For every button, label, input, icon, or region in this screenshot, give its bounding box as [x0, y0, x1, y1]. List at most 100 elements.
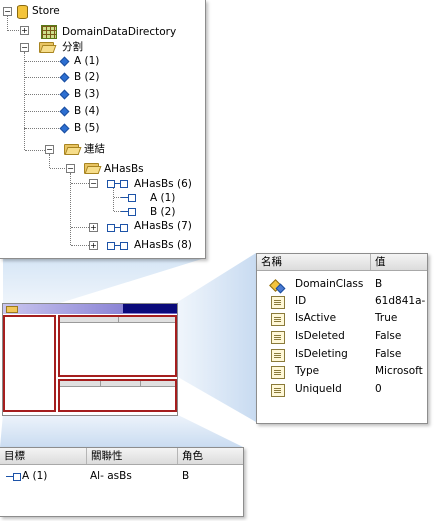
- property-value: B: [375, 278, 383, 290]
- collapse-toggle-links[interactable]: −: [45, 145, 54, 154]
- expand-toggle-directory[interactable]: +: [20, 26, 29, 35]
- tree-node-label: AHasBs (8): [134, 239, 192, 251]
- expand-toggle-link-8[interactable]: +: [89, 241, 98, 250]
- property-row-isdeleting[interactable]: IsDeleting False: [257, 346, 427, 363]
- links-grid-panel: 目標 關聯性 角色 A (1) Al- asBs B: [0, 447, 244, 517]
- tree-node-link-8[interactable]: AHasBs (8): [134, 238, 192, 252]
- tree-node-class-b5[interactable]: B (5): [74, 121, 99, 135]
- property-name: IsDeleted: [295, 330, 345, 342]
- properties-header: 名稱 值: [257, 254, 427, 271]
- property-name: DomainClass: [295, 278, 364, 290]
- property-value: 0: [375, 383, 382, 395]
- tree-node-links-folder[interactable]: 連結: [84, 142, 105, 156]
- property-row-type[interactable]: Type Microsoft: [257, 363, 427, 380]
- tree-node-label: 連結: [84, 143, 105, 155]
- designer-window-thumbnail: [2, 303, 178, 416]
- tree-node-label: B (2): [74, 71, 100, 83]
- column-header-role[interactable]: 角色: [178, 448, 243, 464]
- tree-node-classes-folder[interactable]: 分割: [62, 40, 83, 54]
- column-header-name[interactable]: 名稱: [257, 254, 371, 270]
- collapse-toggle-classes[interactable]: −: [20, 43, 29, 52]
- class-instance-icon: [59, 56, 70, 67]
- property-value: Microsoft: [375, 365, 423, 377]
- callout-beam-links: [0, 414, 243, 447]
- expand-toggle-link-7[interactable]: +: [89, 223, 98, 232]
- column-header-value[interactable]: 值: [371, 254, 427, 270]
- property-row-domainclass[interactable]: DomainClass B: [257, 276, 427, 294]
- tree-node-class-b3[interactable]: B (3): [74, 87, 99, 101]
- tree-node-label: A (1): [150, 192, 176, 204]
- tree-connector: [114, 197, 121, 198]
- callout-beam-properties: [176, 253, 256, 422]
- tree-node-class-a1[interactable]: A (1): [74, 54, 99, 68]
- tree-node-label: DomainDataDirectory: [62, 26, 177, 38]
- tree-connector: [71, 227, 91, 228]
- tree-node-label: B (4): [74, 105, 100, 117]
- tree-node-label: AHasBs (7): [134, 220, 192, 232]
- collapse-toggle-relationship[interactable]: −: [66, 164, 75, 173]
- property-icon: [271, 313, 285, 326]
- links-grid-header: 目標 關聯性 角色: [0, 448, 243, 465]
- callout-beam-tree: [3, 258, 205, 303]
- tree-node-relationship-folder[interactable]: AHasBs: [104, 162, 144, 176]
- tree-node-label: B (2): [150, 206, 176, 218]
- tree-connector: [25, 128, 59, 129]
- tree-connector: [25, 77, 59, 78]
- collapse-toggle-store[interactable]: −: [3, 7, 12, 16]
- column-header-target[interactable]: 目標: [0, 448, 87, 464]
- tree-connector: [50, 168, 67, 169]
- tree-connector: [113, 188, 114, 211]
- role-link-icon: [6, 472, 21, 481]
- property-icon: [271, 296, 285, 309]
- property-icon: [271, 366, 285, 379]
- tree-node-role-b[interactable]: B (2): [150, 205, 175, 219]
- property-row-isactive[interactable]: IsActive True: [257, 310, 427, 327]
- property-name: UniqueId: [295, 383, 342, 395]
- tree-connector: [25, 94, 59, 95]
- property-row-uniqueid[interactable]: UniqueId 0: [257, 381, 427, 398]
- tree-connector: [25, 111, 59, 112]
- folder-open-icon: [39, 41, 57, 53]
- cell-role: B: [182, 470, 190, 482]
- tree-node-link-6[interactable]: AHasBs (6): [134, 177, 192, 191]
- tree-node-store[interactable]: Store: [32, 4, 60, 18]
- relationship-link-icon: [107, 179, 129, 188]
- column-header-label: 值: [375, 256, 386, 268]
- folder-open-icon: [84, 162, 102, 174]
- tree-connector: [71, 183, 91, 184]
- tree-node-domain-data-directory[interactable]: DomainDataDirectory: [62, 25, 176, 39]
- tree-node-label: AHasBs: [104, 163, 144, 175]
- column-header-label: 關聯性: [91, 450, 123, 462]
- column-header-relationship[interactable]: 關聯性: [87, 448, 178, 464]
- tree-connector: [71, 245, 91, 246]
- tree-node-class-b2[interactable]: B (2): [74, 70, 99, 84]
- property-row-isdeleted[interactable]: IsDeleted False: [257, 328, 427, 345]
- property-icon: [271, 384, 285, 397]
- folder-open-icon: [64, 143, 82, 155]
- property-name: IsDeleting: [295, 348, 348, 360]
- tree-connector: [24, 52, 25, 128]
- property-row-id[interactable]: ID 61d841a-: [257, 293, 427, 310]
- property-value: True: [375, 312, 398, 324]
- tree-connector: [25, 61, 59, 62]
- tree-connector: [49, 154, 50, 168]
- title-bar-controls: [123, 304, 177, 313]
- tree-connector: [24, 128, 25, 150]
- domain-class-icon: [269, 279, 286, 294]
- tree-node-role-a[interactable]: A (1): [150, 191, 175, 205]
- class-instance-icon: [59, 89, 70, 100]
- explorer-pane-highlight: [3, 315, 56, 412]
- property-value: 61d841a-: [375, 295, 426, 307]
- tree-node-link-7[interactable]: AHasBs (7): [134, 219, 192, 233]
- tree-node-label: Store: [32, 5, 60, 17]
- property-name: IsActive: [295, 312, 337, 324]
- property-name: Type: [295, 365, 320, 377]
- property-value: False: [375, 348, 402, 360]
- collapse-toggle-link-6[interactable]: −: [89, 179, 98, 188]
- property-icon: [271, 349, 285, 362]
- tree-node-class-b4[interactable]: B (4): [74, 104, 99, 118]
- properties-panel: 名稱 值 DomainClass B ID 61d841a- IsActive …: [256, 253, 428, 424]
- column-header-label: 角色: [182, 450, 203, 462]
- tree-connector: [114, 211, 121, 212]
- links-grid-row[interactable]: A (1) Al- asBs B: [0, 468, 243, 485]
